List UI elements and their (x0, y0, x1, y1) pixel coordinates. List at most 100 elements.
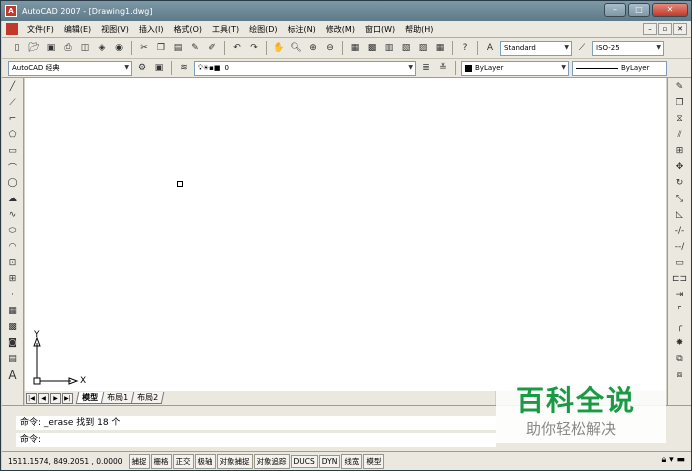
spline-icon[interactable]: ∿ (5, 208, 20, 222)
fillet-icon[interactable]: ╭ (672, 320, 687, 334)
markup-icon[interactable]: ▨ (416, 41, 430, 55)
osnap-toggle[interactable]: 对象捕捉 (216, 454, 253, 469)
construction-line-icon[interactable]: ⟋ (5, 96, 20, 110)
menu-dimension[interactable]: 标注(N) (283, 24, 321, 35)
point-icon[interactable]: · (5, 288, 20, 302)
lineweight-toggle[interactable]: 线宽 (341, 454, 363, 469)
new-icon[interactable]: ▯ (10, 41, 24, 55)
layer-previous-icon[interactable]: ≚ (436, 61, 450, 75)
table-icon[interactable]: ▤ (5, 352, 20, 366)
menu-draw[interactable]: 绘图(D) (244, 24, 282, 35)
dim-style-icon[interactable]: ⟋ (575, 41, 589, 55)
erase-icon[interactable]: ✎ (672, 80, 687, 94)
mirror-icon[interactable]: ⧖ (672, 112, 687, 126)
trim-icon[interactable]: -/- (672, 224, 687, 238)
copy-icon[interactable]: ❐ (154, 41, 168, 55)
document-icon[interactable] (6, 23, 18, 35)
cut-icon[interactable]: ✂ (137, 41, 151, 55)
menu-help[interactable]: 帮助(H) (400, 24, 438, 35)
match-properties-icon[interactable]: ✎ (188, 41, 202, 55)
block-editor-icon[interactable]: ✐ (205, 41, 219, 55)
pan-icon[interactable]: ✋ (272, 41, 286, 55)
linetype-select[interactable]: ByLayer (572, 60, 667, 76)
rectangle-icon[interactable]: ▭ (5, 144, 20, 158)
menu-file[interactable]: 文件(F) (22, 24, 59, 35)
paste-icon[interactable]: ▤ (171, 41, 185, 55)
tab-layout2[interactable]: 布局2 (130, 392, 165, 404)
minimize-button[interactable]: – (604, 3, 626, 17)
revision-cloud-icon[interactable]: ☁ (5, 192, 20, 206)
zoom-realtime-icon[interactable]: 🔍︎ (289, 41, 303, 55)
break-icon[interactable]: ⊏⊐ (672, 272, 687, 286)
move-icon[interactable]: ✥ (672, 160, 687, 174)
close-button[interactable]: ✕ (652, 3, 688, 17)
workspace-settings-icon[interactable]: ⚙ (135, 61, 149, 75)
command-input[interactable]: 命令: (16, 433, 496, 447)
draw-order-icon[interactable]: ⧉ (672, 352, 687, 366)
color-select[interactable]: ByLayer ▼ (461, 60, 569, 76)
grid-toggle[interactable]: 栅格 (150, 454, 172, 469)
text-style-icon[interactable]: A (483, 41, 497, 55)
design-center-icon[interactable]: ▩ (365, 41, 379, 55)
ortho-toggle[interactable]: 正交 (172, 454, 194, 469)
properties-icon[interactable]: ▦ (348, 41, 362, 55)
layer-tools-icon[interactable]: ⧈ (672, 368, 687, 382)
workspace-save-icon[interactable]: ▣ (152, 61, 166, 75)
stretch-icon[interactable]: ◺ (672, 208, 687, 222)
offset-icon[interactable]: ⫽ (672, 128, 687, 142)
doc-close-button[interactable]: ✕ (673, 23, 687, 35)
open-icon[interactable]: 📂︎ (27, 41, 41, 55)
status-tray-icons[interactable]: 🔒︎ ▾ ▬ (661, 455, 685, 465)
help-icon[interactable]: ? (458, 41, 472, 55)
tool-palettes-icon[interactable]: ▥ (382, 41, 396, 55)
line-icon[interactable]: ╱ (5, 80, 20, 94)
layer-select[interactable]: 💡︎☀▪■ 0 ▼ (194, 60, 416, 76)
next-tab-button[interactable]: ▶ (50, 392, 61, 404)
prev-tab-button[interactable]: ◀ (38, 392, 49, 404)
menu-tools[interactable]: 工具(T) (207, 24, 244, 35)
hatch-icon[interactable]: ▦ (5, 304, 20, 318)
undo-icon[interactable]: ↶ (230, 41, 244, 55)
calculator-icon[interactable]: ▦ (433, 41, 447, 55)
snap-toggle[interactable]: 捕捉 (128, 454, 150, 469)
copy-object-icon[interactable]: ❐ (672, 96, 687, 110)
text-style-select[interactable]: Standard ▼ (500, 40, 572, 56)
extend-icon[interactable]: --/ (672, 240, 687, 254)
arc-icon[interactable]: ⌒ (5, 160, 20, 174)
zoom-previous-icon[interactable]: ⊖ (323, 41, 337, 55)
explode-icon[interactable]: ✸ (672, 336, 687, 350)
dyn-toggle[interactable]: DYN (318, 455, 341, 468)
model-toggle[interactable]: 模型 (363, 454, 385, 469)
maximize-button[interactable]: □ (628, 3, 650, 17)
make-block-icon[interactable]: ⊞ (5, 272, 20, 286)
join-icon[interactable]: ⇥ (672, 288, 687, 302)
polar-toggle[interactable]: 极轴 (194, 454, 216, 469)
menu-edit[interactable]: 编辑(E) (59, 24, 96, 35)
layer-manager-icon[interactable]: ≋ (177, 61, 191, 75)
zoom-window-icon[interactable]: ⊕ (306, 41, 320, 55)
make-current-layer-icon[interactable]: ≣ (419, 61, 433, 75)
menu-format[interactable]: 格式(O) (168, 24, 207, 35)
circle-icon[interactable]: ◯ (5, 176, 20, 190)
plot-preview-icon[interactable]: ◫ (78, 41, 92, 55)
doc-restore-button[interactable]: ▫ (658, 23, 672, 35)
publish-icon[interactable]: ◈ (95, 41, 109, 55)
first-tab-button[interactable]: |◀ (26, 392, 37, 404)
coordinate-readout[interactable]: 1511.1574, 849.2051 , 0.0000 (8, 457, 123, 466)
ducs-toggle[interactable]: DUCS (290, 455, 318, 468)
insert-block-icon[interactable]: ⊡ (5, 256, 20, 270)
last-tab-button[interactable]: ▶| (62, 392, 73, 404)
otrack-toggle[interactable]: 对象追踪 (253, 454, 290, 469)
save-icon[interactable]: ▣ (44, 41, 58, 55)
menu-window[interactable]: 窗口(W) (360, 24, 400, 35)
menu-modify[interactable]: 修改(M) (321, 24, 360, 35)
rotate-icon[interactable]: ↻ (672, 176, 687, 190)
gradient-icon[interactable]: ▩ (5, 320, 20, 334)
break-at-point-icon[interactable]: ▭ (672, 256, 687, 270)
polygon-icon[interactable]: ⬠ (5, 128, 20, 142)
redo-icon[interactable]: ↷ (247, 41, 261, 55)
print-icon[interactable]: ⎙ (61, 41, 75, 55)
sheet-set-icon[interactable]: ▧ (399, 41, 413, 55)
chamfer-icon[interactable]: ⌜ (672, 304, 687, 318)
ellipse-icon[interactable]: ⬭ (5, 224, 20, 238)
